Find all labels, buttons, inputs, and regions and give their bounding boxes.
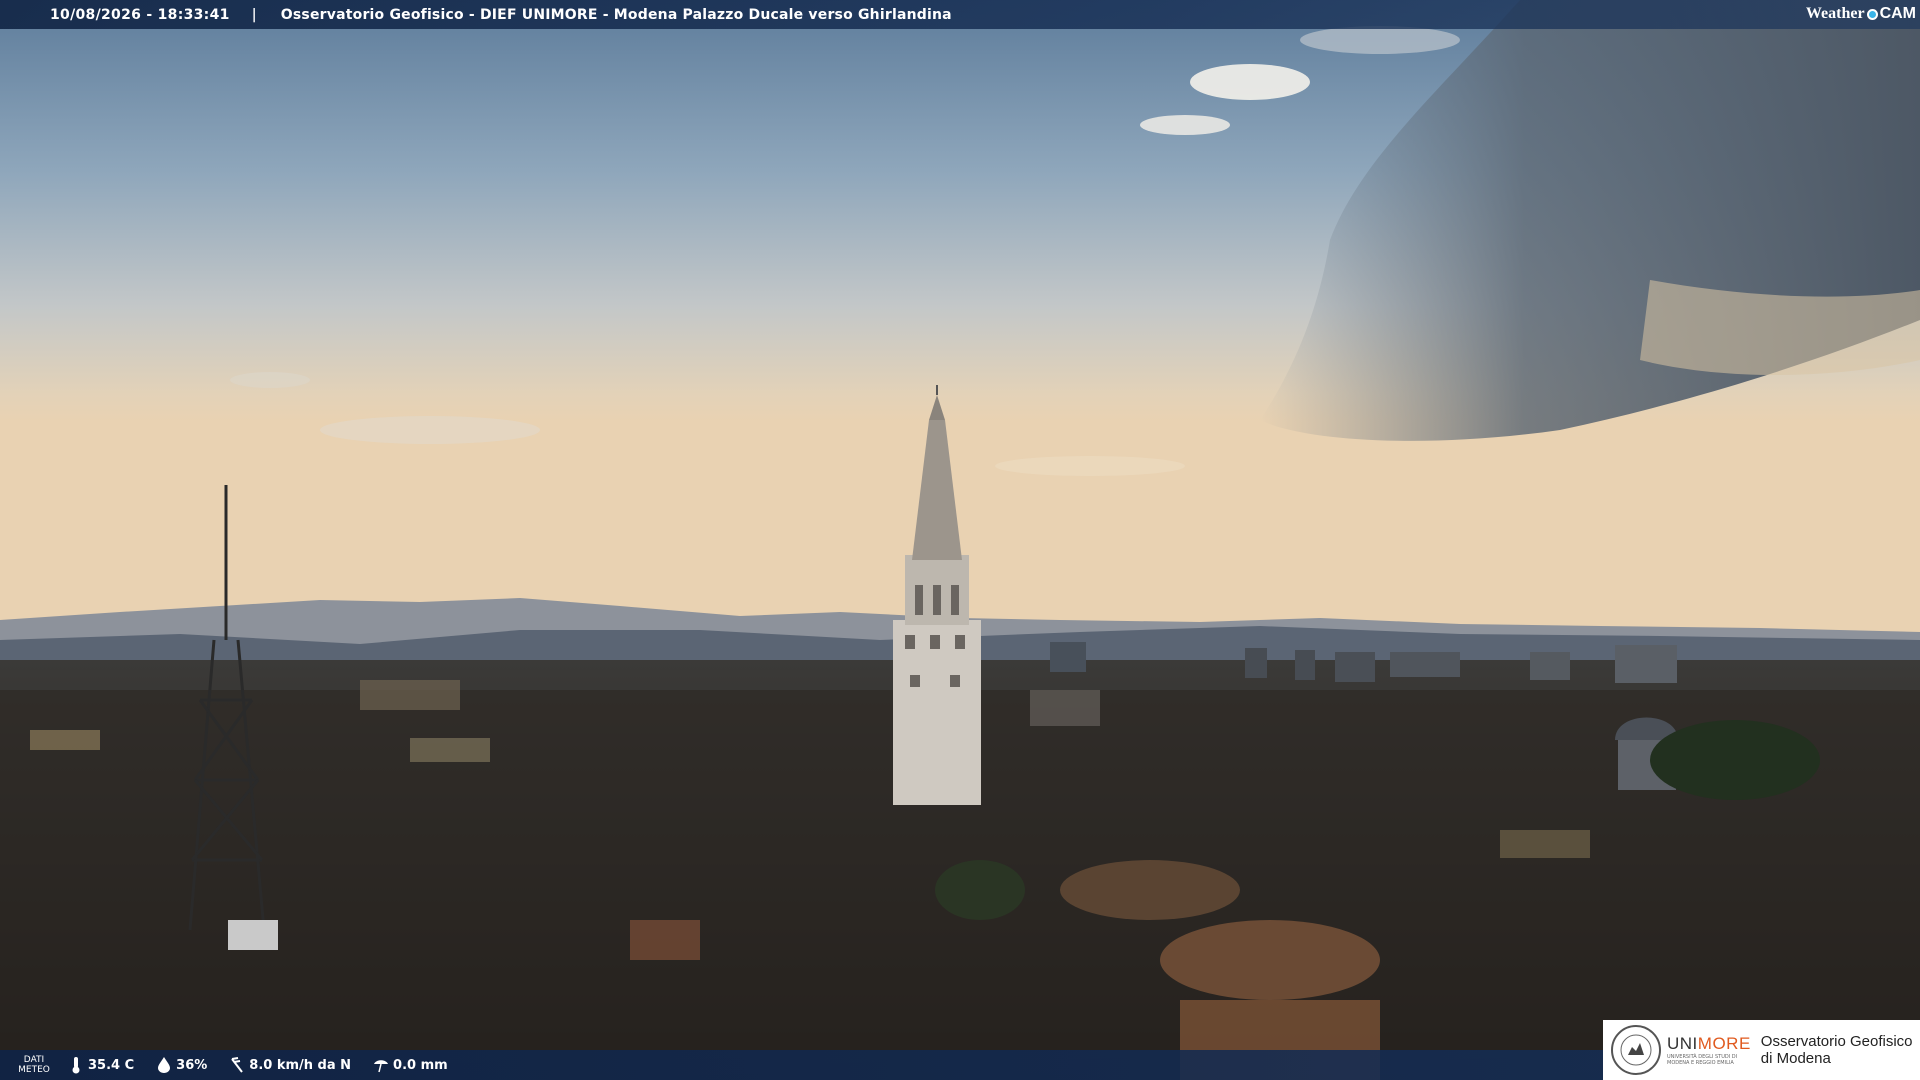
- weathercam-logo[interactable]: Weather CAM: [1806, 3, 1916, 25]
- unimore-subtitle-line2: MODENA E REGGIO EMILIA: [1667, 1060, 1734, 1066]
- weather-data-label-line1: DATI: [23, 1055, 45, 1065]
- humidity-drop-icon: [158, 1057, 171, 1073]
- header-bar: 10/08/2026 - 18:33:41 | Osservatorio Geo…: [0, 0, 1920, 29]
- humidity-value: 36%: [176, 1057, 208, 1073]
- weathercam-logo-text: Weather: [1805, 5, 1865, 22]
- weather-data-bar: DATI METEO 35.4 C 36% 8.0 km/h da N 0.0 …: [0, 1050, 1603, 1080]
- rain-gauge-icon: [374, 1060, 389, 1073]
- university-seal-icon: [1611, 1025, 1661, 1075]
- unimore-brand: UNIMORE UNIVERSITÀ DEGLI STUDI DI MODENA…: [1667, 1034, 1751, 1066]
- rain-value: 0.0 mm: [393, 1057, 448, 1073]
- temperature-value: 35.4 C: [88, 1057, 135, 1073]
- webcam-view: 10/08/2026 - 18:33:41 | Osservatorio Geo…: [0, 0, 1920, 1080]
- observatory-name-line2: di Modena: [1760, 1050, 1831, 1067]
- header-separator: |: [251, 6, 257, 23]
- unimore-more: MORE: [1697, 1034, 1751, 1053]
- weather-data-label-line2: METEO: [18, 1065, 50, 1075]
- wind-icon: [231, 1057, 244, 1073]
- thermometer-icon: [72, 1057, 80, 1074]
- weathercam-logo-cam: CAM: [1879, 5, 1916, 22]
- camera-title: Osservatorio Geofisico - DIEF UNIMORE - …: [280, 6, 952, 23]
- unimore-uni: UNI: [1667, 1034, 1698, 1053]
- observatory-name: Osservatorio Geofisico di Modena: [1761, 1033, 1913, 1067]
- wind-value: 8.0 km/h da N: [249, 1057, 352, 1073]
- humidity-reading: 36%: [156, 1056, 207, 1074]
- temperature-reading: 35.4 C: [68, 1056, 134, 1074]
- institution-logo-panel[interactable]: UNIMORE UNIVERSITÀ DEGLI STUDI DI MODENA…: [1603, 1020, 1920, 1080]
- weather-data-label: DATI METEO: [0, 1055, 68, 1075]
- observatory-name-line1: Osservatorio Geofisico: [1760, 1033, 1913, 1050]
- unimore-wordmark: UNIMORE: [1667, 1034, 1751, 1054]
- city-skyline-photo: [0, 0, 1920, 1080]
- rain-reading: 0.0 mm: [373, 1056, 448, 1074]
- wind-reading: 8.0 km/h da N: [229, 1056, 351, 1074]
- weathercam-dot-icon: [1866, 8, 1878, 20]
- timestamp: 10/08/2026 - 18:33:41: [50, 6, 230, 23]
